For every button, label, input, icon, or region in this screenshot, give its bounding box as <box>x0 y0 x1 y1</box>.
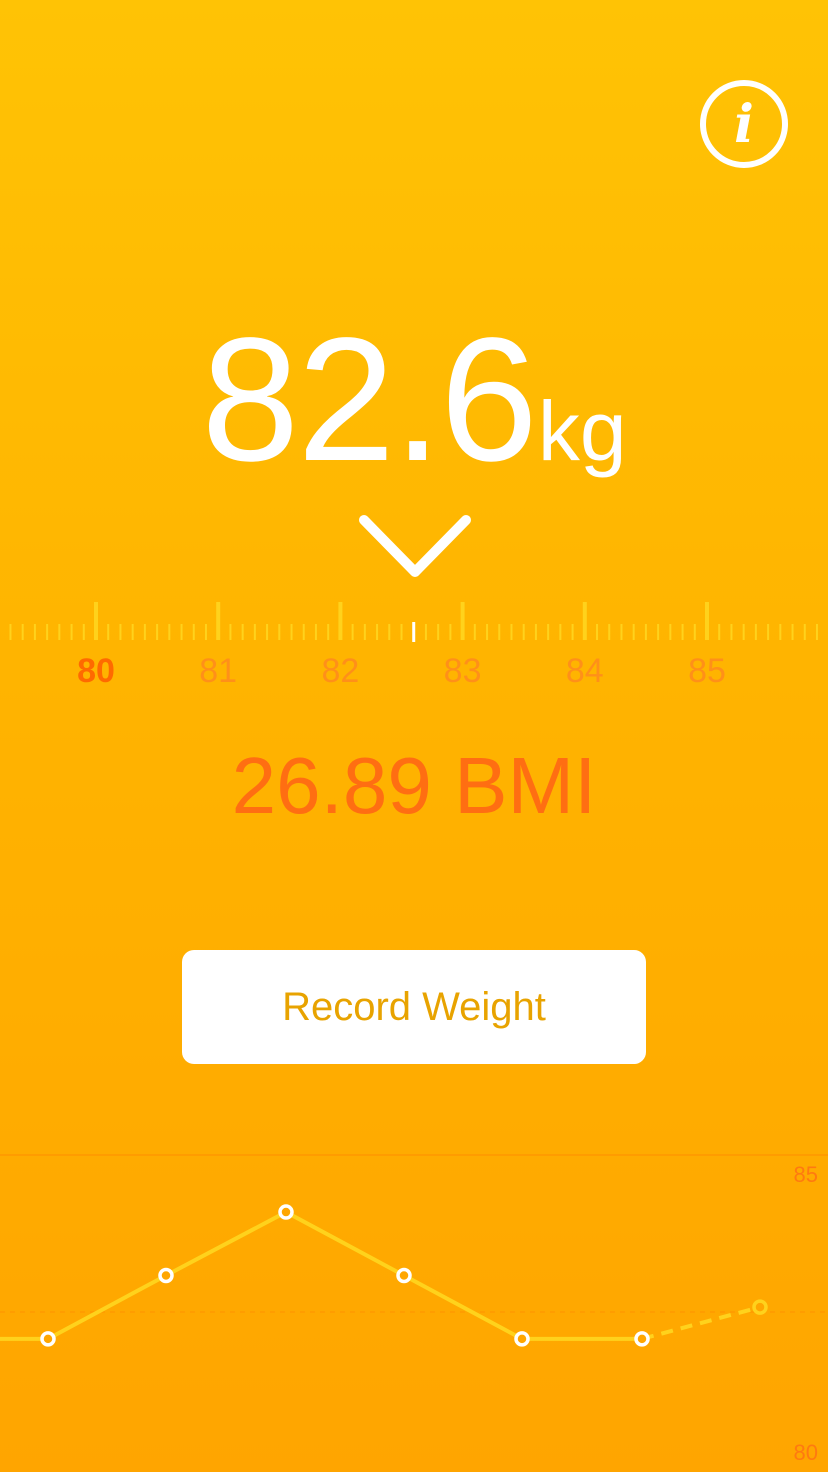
chevron-down-icon[interactable] <box>358 512 472 582</box>
ruler-label[interactable]: 84 <box>545 652 625 691</box>
info-icon[interactable]: i <box>700 80 788 168</box>
weight-value: 82.6 <box>201 302 538 498</box>
ruler-label[interactable]: 80 <box>56 652 136 691</box>
chart-series-line <box>0 1209 642 1341</box>
chart-projection-point <box>752 1299 768 1315</box>
chart-y-max-label: 85 <box>793 1162 818 1187</box>
chart-point[interactable] <box>278 1204 294 1220</box>
weight-display: 82.6kg <box>0 300 828 500</box>
chart-y-min-label: 80 <box>793 1440 818 1465</box>
ruler-label[interactable]: 85 <box>667 652 747 691</box>
weight-ruler[interactable] <box>0 600 828 650</box>
chart-point[interactable] <box>158 1267 174 1284</box>
weight-history-chart <box>0 1154 828 1347</box>
weight-unit: kg <box>537 384 627 478</box>
chart-point[interactable] <box>634 1331 650 1347</box>
chart-point[interactable] <box>396 1267 412 1284</box>
ruler-label[interactable]: 83 <box>423 652 503 691</box>
ruler-label[interactable]: 81 <box>178 652 258 691</box>
chart-point[interactable] <box>514 1331 530 1347</box>
ruler-label[interactable]: 82 <box>300 652 380 691</box>
bmi-value: 26.89 BMI <box>231 741 597 830</box>
record-weight-button[interactable]: Record Weight <box>182 950 646 1064</box>
chart-point[interactable] <box>40 1331 56 1347</box>
